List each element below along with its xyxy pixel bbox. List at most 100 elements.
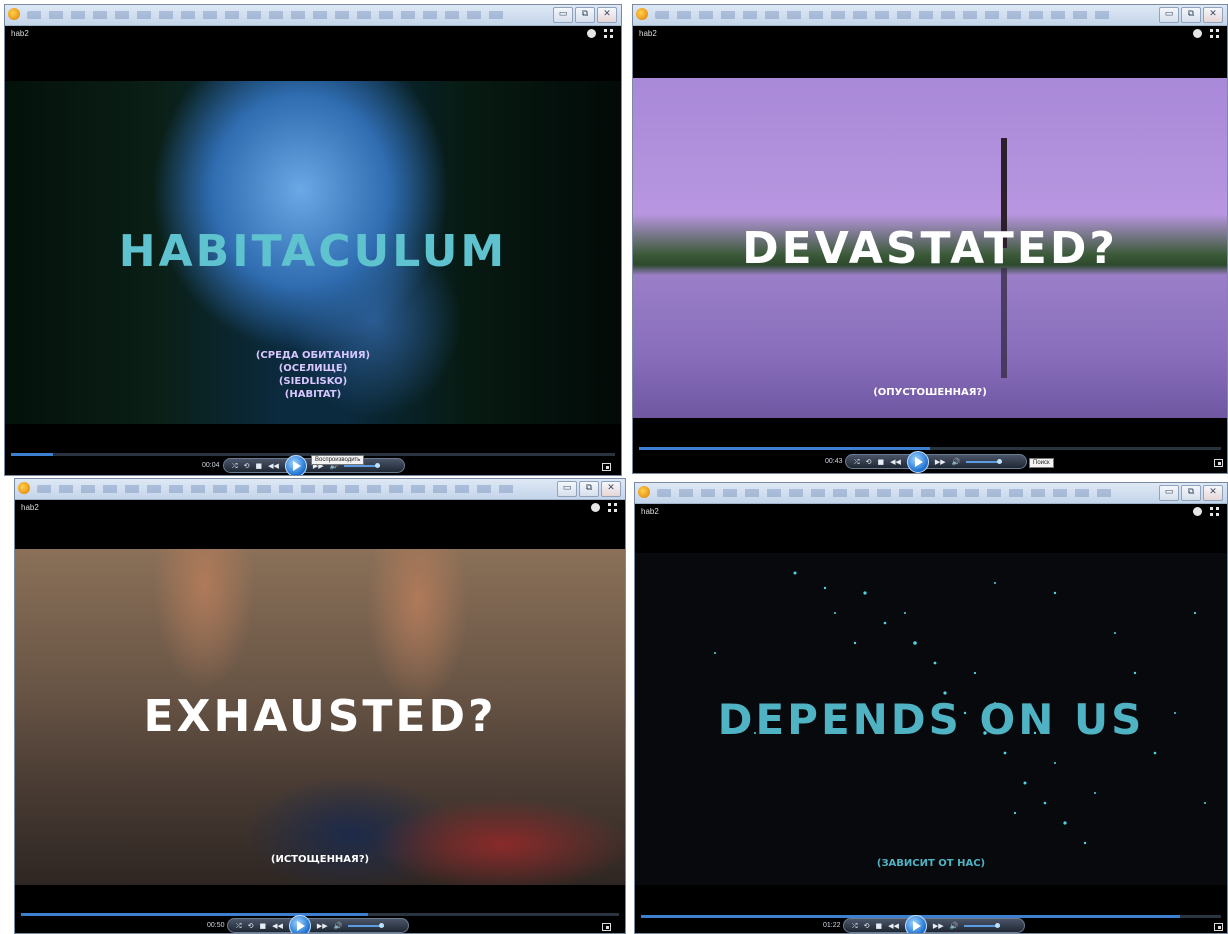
maximize-button[interactable]: ⧉ bbox=[1181, 7, 1201, 23]
shuffle-icon[interactable]: ⤮ bbox=[854, 458, 860, 466]
media-player-window-3: ▭ ⧉ ✕ hab2 EXHAUSTED? (ИСТОЩЕННАЯ?) 00:5… bbox=[14, 478, 626, 934]
seek-bar-fill bbox=[639, 447, 930, 450]
switch-to-library-icon[interactable] bbox=[602, 923, 611, 931]
shuffle-icon[interactable]: ⤮ bbox=[232, 462, 238, 470]
stop-icon[interactable]: ■ bbox=[877, 458, 884, 466]
app-icon bbox=[8, 8, 20, 20]
app-icon bbox=[636, 8, 648, 20]
switch-library-icon[interactable] bbox=[604, 29, 613, 38]
minimize-button[interactable]: ▭ bbox=[553, 7, 573, 23]
volume-slider[interactable] bbox=[966, 458, 1003, 464]
volume-icon[interactable]: 🔊 bbox=[952, 458, 961, 466]
stop-icon[interactable]: ■ bbox=[875, 922, 882, 930]
volume-slider[interactable] bbox=[964, 922, 1001, 928]
minimize-button[interactable]: ▭ bbox=[1159, 485, 1179, 501]
previous-icon[interactable]: ◀◀ bbox=[888, 922, 899, 930]
repeat-icon[interactable]: ⟲ bbox=[864, 922, 870, 930]
volume-icon[interactable]: 🔊 bbox=[950, 922, 959, 930]
elapsed-time: 00:50 bbox=[207, 922, 225, 929]
shuffle-icon[interactable]: ⤮ bbox=[852, 922, 858, 930]
tooltip: Воспроизводить bbox=[311, 455, 365, 465]
play-button[interactable] bbox=[288, 914, 311, 933]
video-subtitles: (СРЕДА ОБИТАНИЯ) (ОСЕЛИЩЕ) (SIEDLISKO) (… bbox=[5, 349, 621, 401]
player-controls: 00:43 ⤮ ⟲ ■ ◀◀ ▶▶ 🔊 Поиск bbox=[633, 450, 1227, 473]
player-controls: 01:22 ⤮ ⟲ ■ ◀◀ ▶▶ 🔊 bbox=[635, 914, 1227, 933]
player-controls: 00:50 ⤮ ⟲ ■ ◀◀ ▶▶ 🔊 bbox=[15, 914, 625, 933]
next-icon[interactable]: ▶▶ bbox=[933, 922, 944, 930]
maximize-button[interactable]: ⧉ bbox=[575, 7, 595, 23]
volume-icon[interactable]: 🔊 bbox=[334, 922, 343, 930]
media-player-window-4: ▭ ⧉ ✕ hab2 DEPENDS ON US (ЗАВИСИТ ОТ НАС… bbox=[634, 482, 1228, 934]
title-bar[interactable]: ▭ ⧉ ✕ bbox=[15, 479, 625, 500]
video-subtitles: (ОПУСТОШЕННАЯ?) bbox=[633, 386, 1227, 399]
play-button[interactable] bbox=[284, 454, 307, 475]
next-icon[interactable]: ▶▶ bbox=[317, 922, 328, 930]
video-title-text: HABITACULUM bbox=[118, 226, 508, 277]
close-button[interactable]: ✕ bbox=[1203, 7, 1223, 23]
file-name: hab2 bbox=[641, 507, 659, 516]
video-frame[interactable]: DEVASTATED? (ОПУСТОШЕННАЯ?) bbox=[633, 78, 1227, 418]
shuffle-icon[interactable]: ⤮ bbox=[236, 922, 242, 930]
maximize-button[interactable]: ⧉ bbox=[1181, 485, 1201, 501]
minimize-button[interactable]: ▭ bbox=[1159, 7, 1179, 23]
file-name: hab2 bbox=[21, 503, 39, 512]
video-frame[interactable]: DEPENDS ON US (ЗАВИСИТ ОТ НАС) bbox=[635, 553, 1227, 885]
stop-icon[interactable]: ■ bbox=[255, 462, 262, 470]
video-title-text: EXHAUSTED? bbox=[143, 691, 497, 742]
elapsed-time: 00:04 bbox=[202, 462, 220, 469]
next-icon[interactable]: ▶▶ bbox=[935, 458, 946, 466]
previous-icon[interactable]: ◀◀ bbox=[272, 922, 283, 930]
video-title-text: DEVASTATED? bbox=[742, 223, 1118, 274]
switch-library-icon[interactable] bbox=[608, 503, 617, 512]
seek-bar[interactable] bbox=[639, 447, 1221, 450]
taskbar-strip bbox=[657, 489, 1117, 497]
info-icon[interactable] bbox=[591, 503, 600, 512]
control-bar: ⤮ ⟲ ■ ◀◀ ▶▶ 🔊 bbox=[843, 914, 1025, 933]
file-name: hab2 bbox=[639, 29, 657, 38]
video-frame[interactable]: EXHAUSTED? (ИСТОЩЕННАЯ?) bbox=[15, 549, 625, 885]
control-bar: ⤮ ⟲ ■ ◀◀ ▶▶ 🔊 bbox=[845, 450, 1027, 473]
info-icon[interactable] bbox=[1193, 29, 1202, 38]
media-player-window-2: ▭ ⧉ ✕ hab2 DEVASTATED? (ОПУСТОШЕННАЯ?) 0… bbox=[632, 4, 1228, 474]
play-button[interactable] bbox=[904, 914, 927, 933]
close-button[interactable]: ✕ bbox=[601, 481, 621, 497]
minimize-button[interactable]: ▭ bbox=[557, 481, 577, 497]
previous-icon[interactable]: ◀◀ bbox=[268, 462, 279, 470]
title-bar[interactable]: ▭ ⧉ ✕ bbox=[633, 5, 1227, 26]
taskbar-strip bbox=[27, 11, 511, 19]
volume-slider[interactable] bbox=[348, 922, 385, 928]
switch-to-library-icon[interactable] bbox=[602, 463, 611, 471]
video-frame[interactable]: HABITACULUM (СРЕДА ОБИТАНИЯ) (ОСЕЛИЩЕ) (… bbox=[5, 81, 621, 424]
elapsed-time: 01:22 bbox=[823, 922, 841, 929]
video-subtitles: (ЗАВИСИТ ОТ НАС) bbox=[635, 857, 1227, 870]
switch-to-library-icon[interactable] bbox=[1214, 923, 1223, 931]
repeat-icon[interactable]: ⟲ bbox=[248, 922, 254, 930]
switch-to-library-icon[interactable] bbox=[1214, 459, 1223, 467]
video-title-text: DEPENDS ON US bbox=[717, 695, 1145, 744]
subtitle-line: (SIEDLISKO) bbox=[278, 376, 348, 387]
subtitle-line: (ОПУСТОШЕННАЯ?) bbox=[873, 387, 987, 398]
player-controls: 00:04 ⤮ ⟲ ■ ◀◀ ▶▶ 🔊 Воспроизводить bbox=[5, 454, 621, 475]
info-icon[interactable] bbox=[1193, 507, 1202, 516]
stop-icon[interactable]: ■ bbox=[259, 922, 266, 930]
control-bar: ⤮ ⟲ ■ ◀◀ ▶▶ 🔊 bbox=[227, 914, 409, 933]
switch-library-icon[interactable] bbox=[1210, 507, 1219, 516]
subtitle-line: (СРЕДА ОБИТАНИЯ) bbox=[255, 350, 371, 361]
tree-reflection-icon bbox=[1001, 268, 1007, 378]
previous-icon[interactable]: ◀◀ bbox=[890, 458, 901, 466]
subtitle-line: (ИСТОЩЕННАЯ?) bbox=[270, 854, 370, 865]
info-icon[interactable] bbox=[587, 29, 596, 38]
close-button[interactable]: ✕ bbox=[597, 7, 617, 23]
title-bar[interactable]: ▭ ⧉ ✕ bbox=[635, 483, 1227, 504]
play-button[interactable] bbox=[906, 450, 929, 473]
maximize-button[interactable]: ⧉ bbox=[579, 481, 599, 497]
close-button[interactable]: ✕ bbox=[1203, 485, 1223, 501]
subtitle-line: (ЗАВИСИТ ОТ НАС) bbox=[876, 858, 986, 869]
taskbar-strip bbox=[655, 11, 1117, 19]
switch-library-icon[interactable] bbox=[1210, 29, 1219, 38]
repeat-icon[interactable]: ⟲ bbox=[866, 458, 872, 466]
app-icon bbox=[18, 482, 30, 494]
repeat-icon[interactable]: ⟲ bbox=[244, 462, 250, 470]
title-bar[interactable]: ▭ ⧉ ✕ bbox=[5, 5, 621, 26]
taskbar-strip bbox=[37, 485, 515, 493]
